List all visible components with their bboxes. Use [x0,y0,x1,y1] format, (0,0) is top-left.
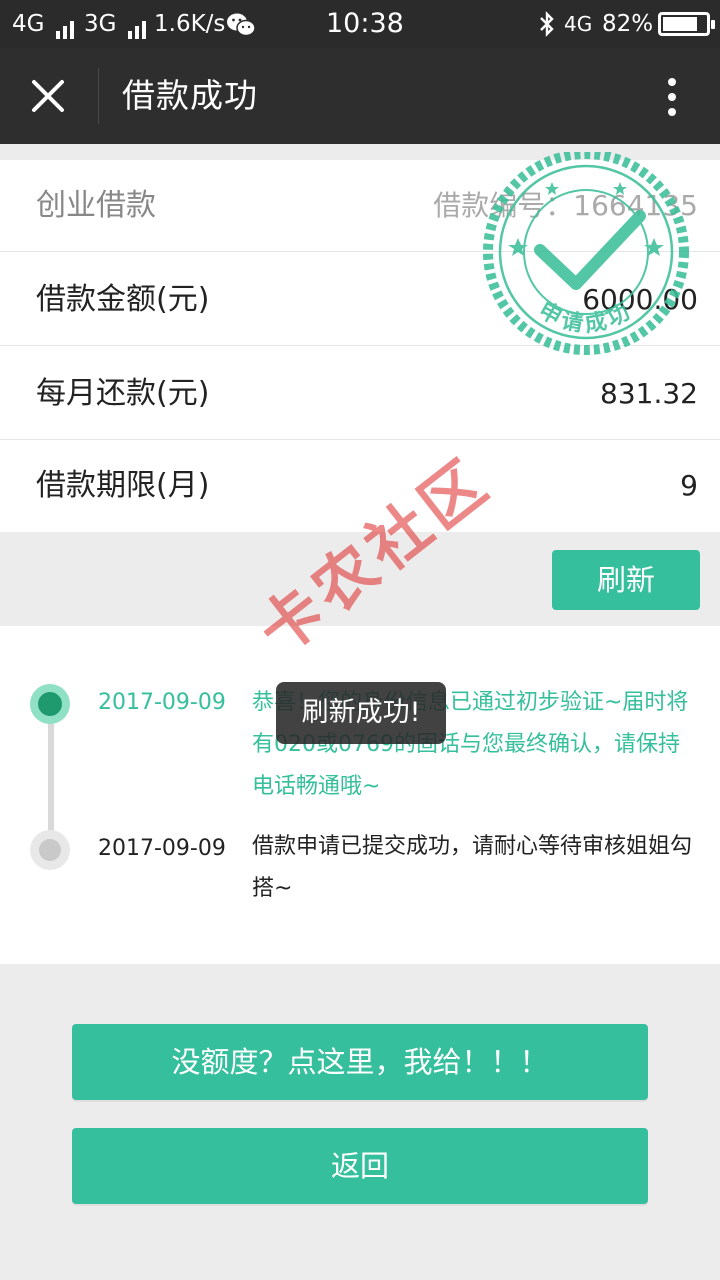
back-button[interactable]: 返回 [72,1128,648,1204]
timeline-dot-active [30,684,70,724]
network-type-1: 4G [12,10,77,39]
progress-timeline: 2017-09-09 恭喜！您的身份信息已通过初步验证~届时将有020或0769… [0,626,720,964]
stamp-text: 申请成功 [534,298,633,338]
timeline-dot-inactive [30,830,70,870]
close-icon [32,80,64,112]
network-2-label: 3G [84,11,117,37]
loan-term-value: 9 [680,469,698,502]
timeline-date: 2017-09-09 [98,690,226,715]
network-speed: 1.6K/s [154,11,226,37]
battery-icon [658,12,715,36]
loan-amount-label: 借款金额(元) [36,282,210,317]
signal-bars-icon [127,11,149,39]
timeline-line [48,708,54,848]
network-type-3: 4G [564,10,592,38]
toast-message: 刷新成功! [276,682,446,744]
monthly-payment-value: 831.32 [600,377,698,410]
bluetooth-icon [538,11,556,44]
more-button[interactable] [656,74,688,120]
network-type-2: 3G [84,10,149,39]
loan-term-row: 借款期限(月) 9 [0,440,720,532]
title-divider [98,68,99,124]
svg-text:申请成功: 申请成功 [534,298,637,338]
page-title: 借款成功 [122,76,258,115]
battery-percent: 82% [602,11,654,37]
network-3-label: 4G [564,12,593,36]
close-button[interactable] [24,72,72,120]
battery-level [663,17,698,31]
loan-term-label: 借款期限(月) [36,468,210,503]
no-quota-button[interactable]: 没额度？点这里，我给！！！ [72,1024,648,1100]
refresh-button[interactable]: 刷新 [552,550,700,610]
signal-bars-icon [55,11,77,39]
wechat-icon [226,12,256,45]
status-bar: 4G 3G 1.6K/s 10:38 4G 82% [0,0,720,48]
monthly-payment-label: 每月还款(元) [36,376,210,411]
network-1-label: 4G [12,11,45,37]
product-name: 创业借款 [36,188,156,223]
title-bar: 借款成功 [0,48,720,144]
timeline-text: 借款申请已提交成功，请耐心等待审核姐姐勾搭~ [252,834,693,901]
clock: 10:38 [326,8,404,39]
application-success-stamp: 申请成功 [468,149,704,364]
timeline-date: 2017-09-09 [98,836,226,861]
